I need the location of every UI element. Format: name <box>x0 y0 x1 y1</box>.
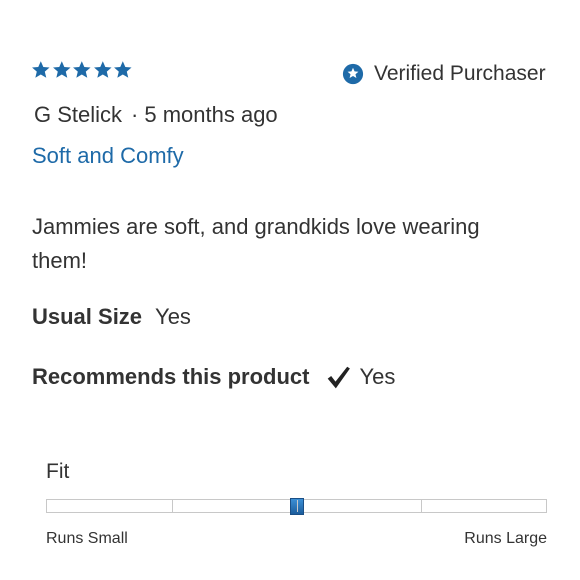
review-time: 5 months ago <box>144 102 278 127</box>
star-icon <box>52 61 71 78</box>
review-body: Jammies are soft, and grandkids love wea… <box>32 214 480 273</box>
star-icon <box>93 61 112 78</box>
checkmark-icon <box>328 366 351 389</box>
usual-size-value: Yes <box>155 304 191 329</box>
recommends-label: Recommends this product <box>32 364 310 389</box>
fit-scale <box>46 498 547 515</box>
star-rating <box>31 60 133 80</box>
recommends-value: Yes <box>359 364 396 389</box>
fit-segment-divider <box>171 500 173 512</box>
usual-size-row: Usual Size Yes <box>32 304 191 330</box>
usual-size-label: Usual Size <box>32 304 143 329</box>
star-icon <box>32 61 50 78</box>
verified-purchaser-badge: Verified Purchaser <box>342 62 546 86</box>
star-icon <box>73 61 91 78</box>
fit-segment-divider <box>296 500 298 512</box>
author-name: G Stelick <box>34 102 123 127</box>
meta-separator: · <box>131 102 139 127</box>
fit-min-label: Runs Small <box>46 530 128 547</box>
star-badge-icon <box>342 63 364 85</box>
fit-label: Fit <box>46 460 70 483</box>
review-meta: G Stelick · 5 months ago <box>34 102 278 128</box>
fit-max-label: Runs Large <box>464 530 547 547</box>
review-card: Verified Purchaser G Stelick · 5 months ag… <box>0 0 580 580</box>
recommends-row: Recommends this product Yes <box>32 364 395 390</box>
fit-segment-divider <box>421 500 423 512</box>
review-title: Soft and Comfy <box>32 143 184 168</box>
verified-purchaser-label: Verified Purchaser <box>374 62 546 85</box>
star-icon <box>114 61 132 78</box>
